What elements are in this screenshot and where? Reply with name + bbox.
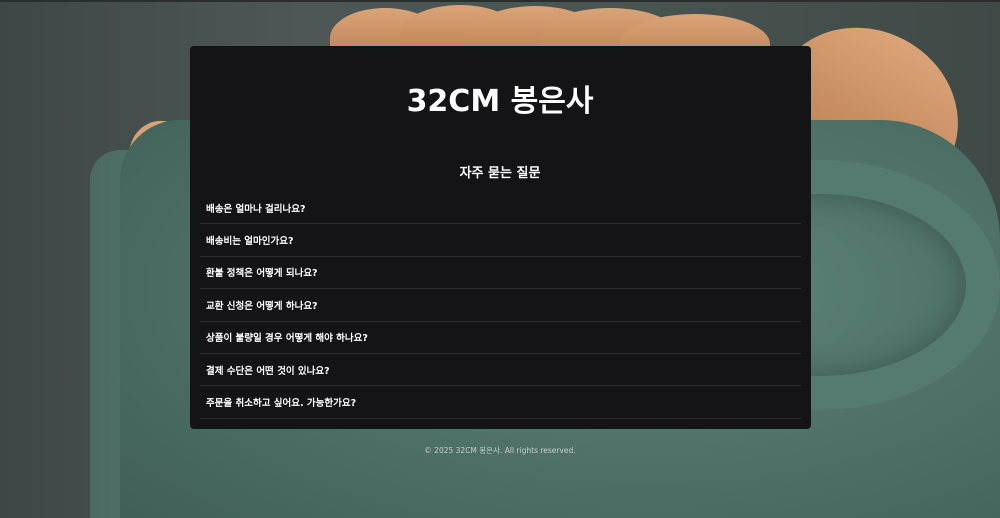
faq-item-defective[interactable]: 상품이 불량일 경우 어떻게 해야 하나요?	[200, 322, 801, 354]
clothing-rail	[0, 0, 1000, 2]
faq-item-shipping-cost[interactable]: 배송비는 얼마인가요?	[200, 224, 801, 257]
brand-title: 32CM 봉은사	[406, 84, 594, 119]
footer-copyright: © 2025 32CM 봉은사. All rights reserved.	[424, 446, 576, 455]
faq-list: 배송은 얼마나 걸리나요? 배송비는 얼마인가요? 환불 정책은 어떻게 되나요…	[200, 192, 801, 419]
faq-title: 자주 묻는 질문	[459, 166, 541, 181]
faq-item-payment-methods[interactable]: 결제 수단은 어떤 것이 있나요?	[200, 354, 801, 387]
faq-item-refund-policy[interactable]: 환불 정책은 어떻게 되나요?	[200, 257, 801, 290]
faq-item-cancel-order[interactable]: 주문을 취소하고 싶어요. 가능한가요?	[200, 386, 801, 419]
faq-item-shipping-time[interactable]: 배송은 얼마나 걸리나요?	[200, 192, 801, 225]
faq-item-exchange[interactable]: 교환 신청은 어떻게 하나요?	[200, 289, 801, 322]
